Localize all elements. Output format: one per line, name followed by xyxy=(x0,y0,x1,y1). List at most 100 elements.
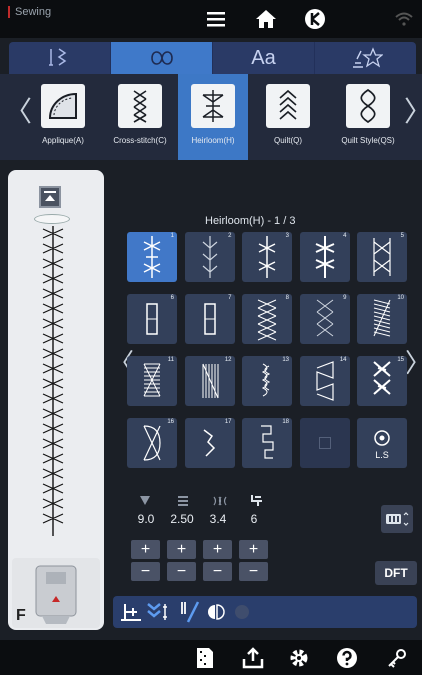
stitch-width-icon xyxy=(140,496,150,505)
stitch-number: 5 xyxy=(400,233,404,239)
stitch-cell[interactable]: 16 xyxy=(127,418,177,468)
category-heirloom[interactable]: Heirloom(H) xyxy=(178,74,248,160)
stitch-number: 6 xyxy=(170,295,174,301)
stitch-cell[interactable]: 18 xyxy=(242,418,292,468)
mirror-image-icon[interactable] xyxy=(206,603,226,621)
length-minus-button[interactable]: − xyxy=(167,562,196,581)
stitch-cell[interactable]: 14 xyxy=(299,356,350,406)
stitch-number: 17 xyxy=(224,419,232,425)
memory-icon[interactable] xyxy=(192,645,218,671)
category-quilt-style[interactable]: Quilt Style(QS) xyxy=(330,74,406,160)
stitch-cell[interactable]: 8 xyxy=(242,294,292,344)
stitch-cell[interactable]: 3 xyxy=(242,232,292,282)
stitch-cell[interactable]: 12 xyxy=(184,356,235,406)
dft-button[interactable]: DFT xyxy=(375,561,417,585)
stitch-pattern-icon xyxy=(373,238,391,276)
stitch-pattern-icon xyxy=(261,425,274,459)
return-to-start-button[interactable] xyxy=(39,186,61,208)
heirloom-icon xyxy=(191,84,235,128)
width-value: 9.0 xyxy=(137,512,155,526)
decorative-stitch-icon xyxy=(150,51,173,65)
key-icon[interactable] xyxy=(384,645,410,671)
tab-character-label: Aa xyxy=(251,46,276,69)
twin-needle-icon[interactable] xyxy=(146,601,172,623)
stitch-pattern-icon xyxy=(315,236,334,278)
width-minus-button[interactable]: − xyxy=(131,562,160,581)
help-icon[interactable] xyxy=(334,645,360,671)
stitch-cell[interactable]: 9 xyxy=(299,294,350,344)
stitch-cell[interactable]: 17 xyxy=(184,418,235,468)
stitch-number: 9 xyxy=(343,295,347,301)
presser-pressure-icon xyxy=(251,495,262,506)
stitch-pattern-icon xyxy=(203,303,216,335)
category-label: Quilt(Q) xyxy=(274,136,302,145)
stitch-cell[interactable]: 7 xyxy=(184,294,235,344)
category-label: Heirloom(H) xyxy=(191,136,235,145)
presser-foot-label: F xyxy=(16,607,26,624)
stitch-cell[interactable]: 2 xyxy=(184,232,235,282)
stitch-pattern-icon xyxy=(315,361,334,401)
stitch-number: 4 xyxy=(343,233,347,239)
applique-icon xyxy=(41,84,85,128)
mode-tabs: Aa xyxy=(9,42,416,74)
needle-position-icon[interactable] xyxy=(119,602,143,622)
stitch-settings-button[interactable] xyxy=(381,505,413,533)
stitch-pattern-icon xyxy=(373,361,391,395)
stitch-pattern-icon xyxy=(257,299,277,341)
width-plus-button[interactable]: + xyxy=(131,540,160,559)
category-applique[interactable]: Applique(A) xyxy=(28,74,98,160)
category-label: Applique(A) xyxy=(42,136,84,145)
stitch-pattern-icon xyxy=(202,363,218,399)
stitch-cell[interactable]: 6 xyxy=(127,294,177,344)
utility-stitch-icon xyxy=(48,48,66,66)
back-icon[interactable] xyxy=(302,7,328,31)
category-label: Cross-stitch(C) xyxy=(113,136,167,145)
category-next-arrow[interactable]: 〉 xyxy=(404,98,422,126)
category-cross-stitch[interactable]: Cross-stitch(C) xyxy=(105,74,175,160)
screen: Sewing Aa 〈 〉 Applique(A) Cross-stitch(C… xyxy=(0,0,422,675)
stitch-length-icon xyxy=(178,496,188,506)
stitch-pattern-icon xyxy=(374,430,390,446)
param-icons xyxy=(128,494,278,510)
stitch-number: 1 xyxy=(170,233,174,239)
home-icon[interactable] xyxy=(253,7,279,31)
stitch-cell[interactable]: 5 xyxy=(357,232,407,282)
length-plus-button[interactable]: + xyxy=(167,540,196,559)
stitch-cell[interactable]: 13 xyxy=(242,356,292,406)
tension-minus-button[interactable]: − xyxy=(203,562,232,581)
stitch-number: 8 xyxy=(285,295,289,301)
length-value: 2.50 xyxy=(170,512,194,526)
page-title: Heirloom(H) - 1 / 3 xyxy=(205,215,296,227)
presser-plus-button[interactable]: + xyxy=(239,540,268,559)
menu-icon[interactable] xyxy=(203,7,229,31)
mirror-needle-icon[interactable] xyxy=(176,600,202,624)
presser-minus-button[interactable]: − xyxy=(239,562,268,581)
stitch-cell[interactable]: 10 xyxy=(357,294,407,344)
stitch-pattern-icon xyxy=(143,363,161,397)
stitch-cell[interactable]: 15 xyxy=(357,356,407,406)
category-quilt[interactable]: Quilt(Q) xyxy=(253,74,323,160)
presser-value: 6 xyxy=(250,512,258,526)
stitch-cell[interactable]: 4 xyxy=(299,232,350,282)
tab-decorative[interactable] xyxy=(111,42,213,74)
tab-character[interactable]: Aa xyxy=(213,42,315,74)
stitch-number: 16 xyxy=(167,419,174,425)
stitch-number: 12 xyxy=(224,357,232,363)
gear-icon[interactable] xyxy=(286,645,312,671)
tab-my-stitch[interactable] xyxy=(315,42,416,74)
stitch-cell[interactable]: L.S xyxy=(357,418,407,468)
stitch-cell[interactable]: 1 xyxy=(127,232,177,282)
stitch-number: 10 xyxy=(397,295,404,301)
stitch-pattern-icon xyxy=(316,299,333,337)
upload-icon[interactable] xyxy=(240,645,266,671)
tension-value: 3.4 xyxy=(209,512,227,526)
stitch-pattern-icon xyxy=(203,429,215,457)
stitch-cell[interactable]: 11 xyxy=(127,356,177,406)
stitch-pattern-icon xyxy=(143,236,161,278)
stitch-number: 11 xyxy=(167,357,174,363)
stitch-number: 13 xyxy=(282,357,289,363)
preview-start-marker xyxy=(34,214,70,224)
tension-plus-button[interactable]: + xyxy=(203,540,232,559)
tab-utility[interactable] xyxy=(9,42,111,74)
my-stitch-icon xyxy=(352,47,383,68)
